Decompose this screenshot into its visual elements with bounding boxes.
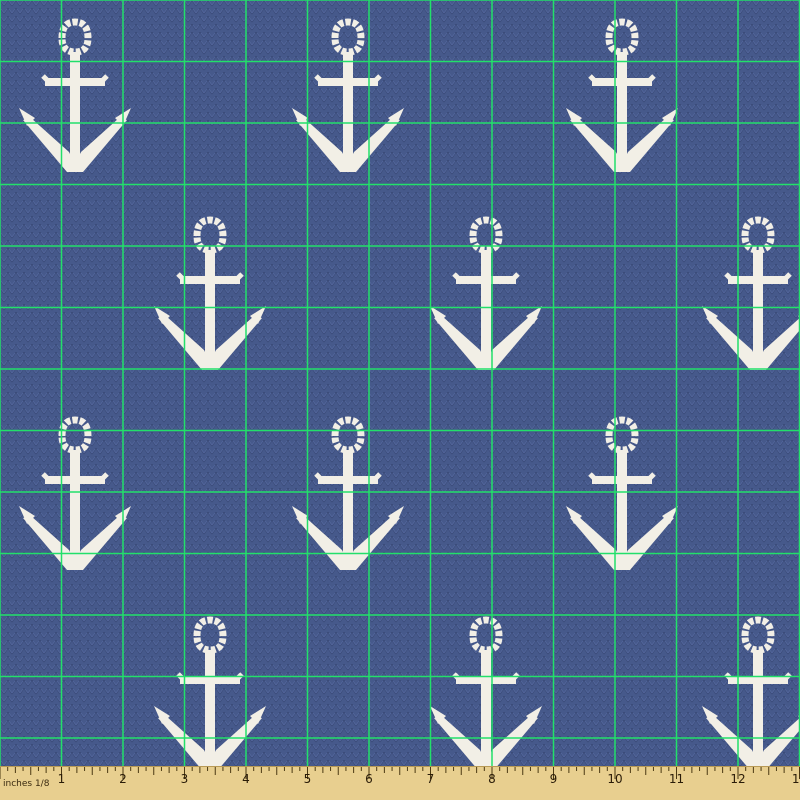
ruler-number: 1 xyxy=(57,772,66,786)
fabric-preview: inches 1/8 12345678910111213 xyxy=(0,0,800,800)
measurement-ruler: inches 1/8 12345678910111213 xyxy=(0,766,800,800)
ruler-number: 6 xyxy=(365,772,373,786)
ruler-number: 13 xyxy=(791,772,800,786)
knit-anchor-pattern xyxy=(0,0,800,766)
ruler-unit-label: inches 1/8 xyxy=(3,779,50,789)
ruler-number: 4 xyxy=(242,772,250,786)
ruler-number: 8 xyxy=(488,772,496,786)
ruler-number: 2 xyxy=(119,772,127,786)
ruler-number: 12 xyxy=(730,772,746,786)
ruler-number: 10 xyxy=(607,772,623,786)
ruler-number: 3 xyxy=(180,772,189,786)
ruler-number: 5 xyxy=(303,772,312,786)
ruler-number: 7 xyxy=(426,772,435,786)
ruler-number: 11 xyxy=(668,772,685,786)
ruler-number: 9 xyxy=(549,772,558,786)
